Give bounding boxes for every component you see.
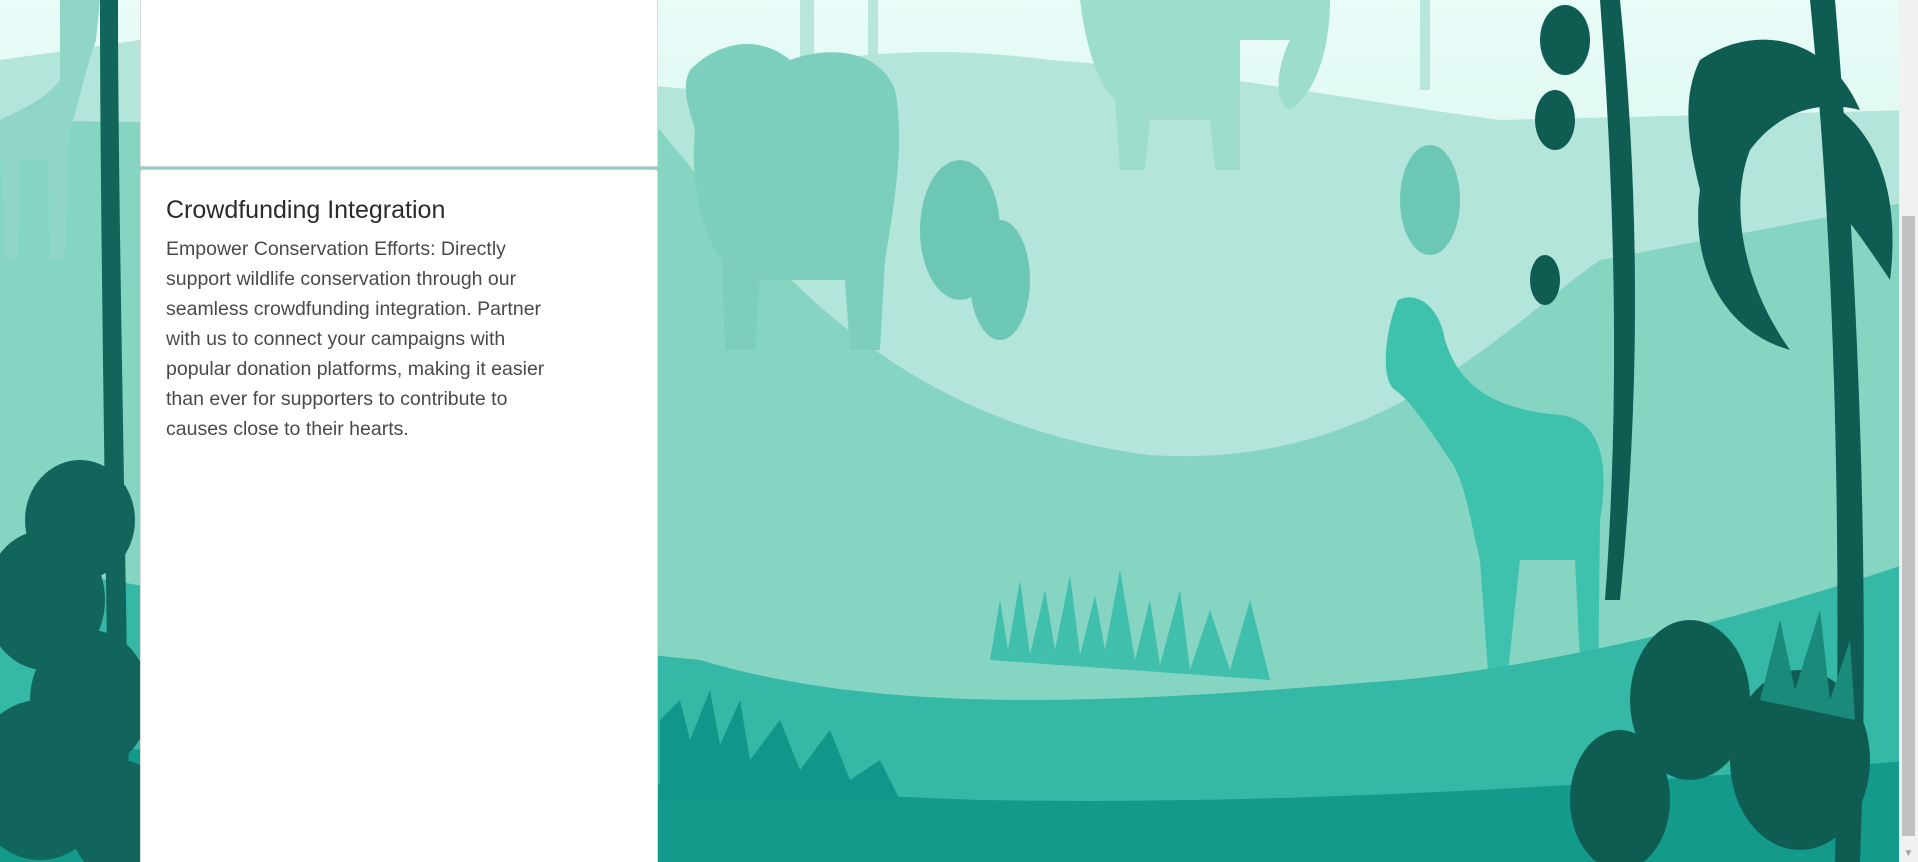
crowdfunding-feature-card: Crowdfunding Integration Empower Conserv… [140, 169, 658, 862]
card-description: Empower Conservation Efforts: Directly s… [166, 238, 545, 440]
page-viewport: Crowdfunding Integration Empower Conserv… [0, 0, 1918, 862]
card-title: Crowdfunding Integration [166, 196, 446, 224]
vertical-scrollbar[interactable]: ▼ [1899, 0, 1918, 862]
previous-feature-card [140, 0, 658, 167]
scrollbar-thumb[interactable] [1902, 216, 1915, 836]
scroll-down-arrow-icon[interactable]: ▼ [1899, 845, 1918, 862]
